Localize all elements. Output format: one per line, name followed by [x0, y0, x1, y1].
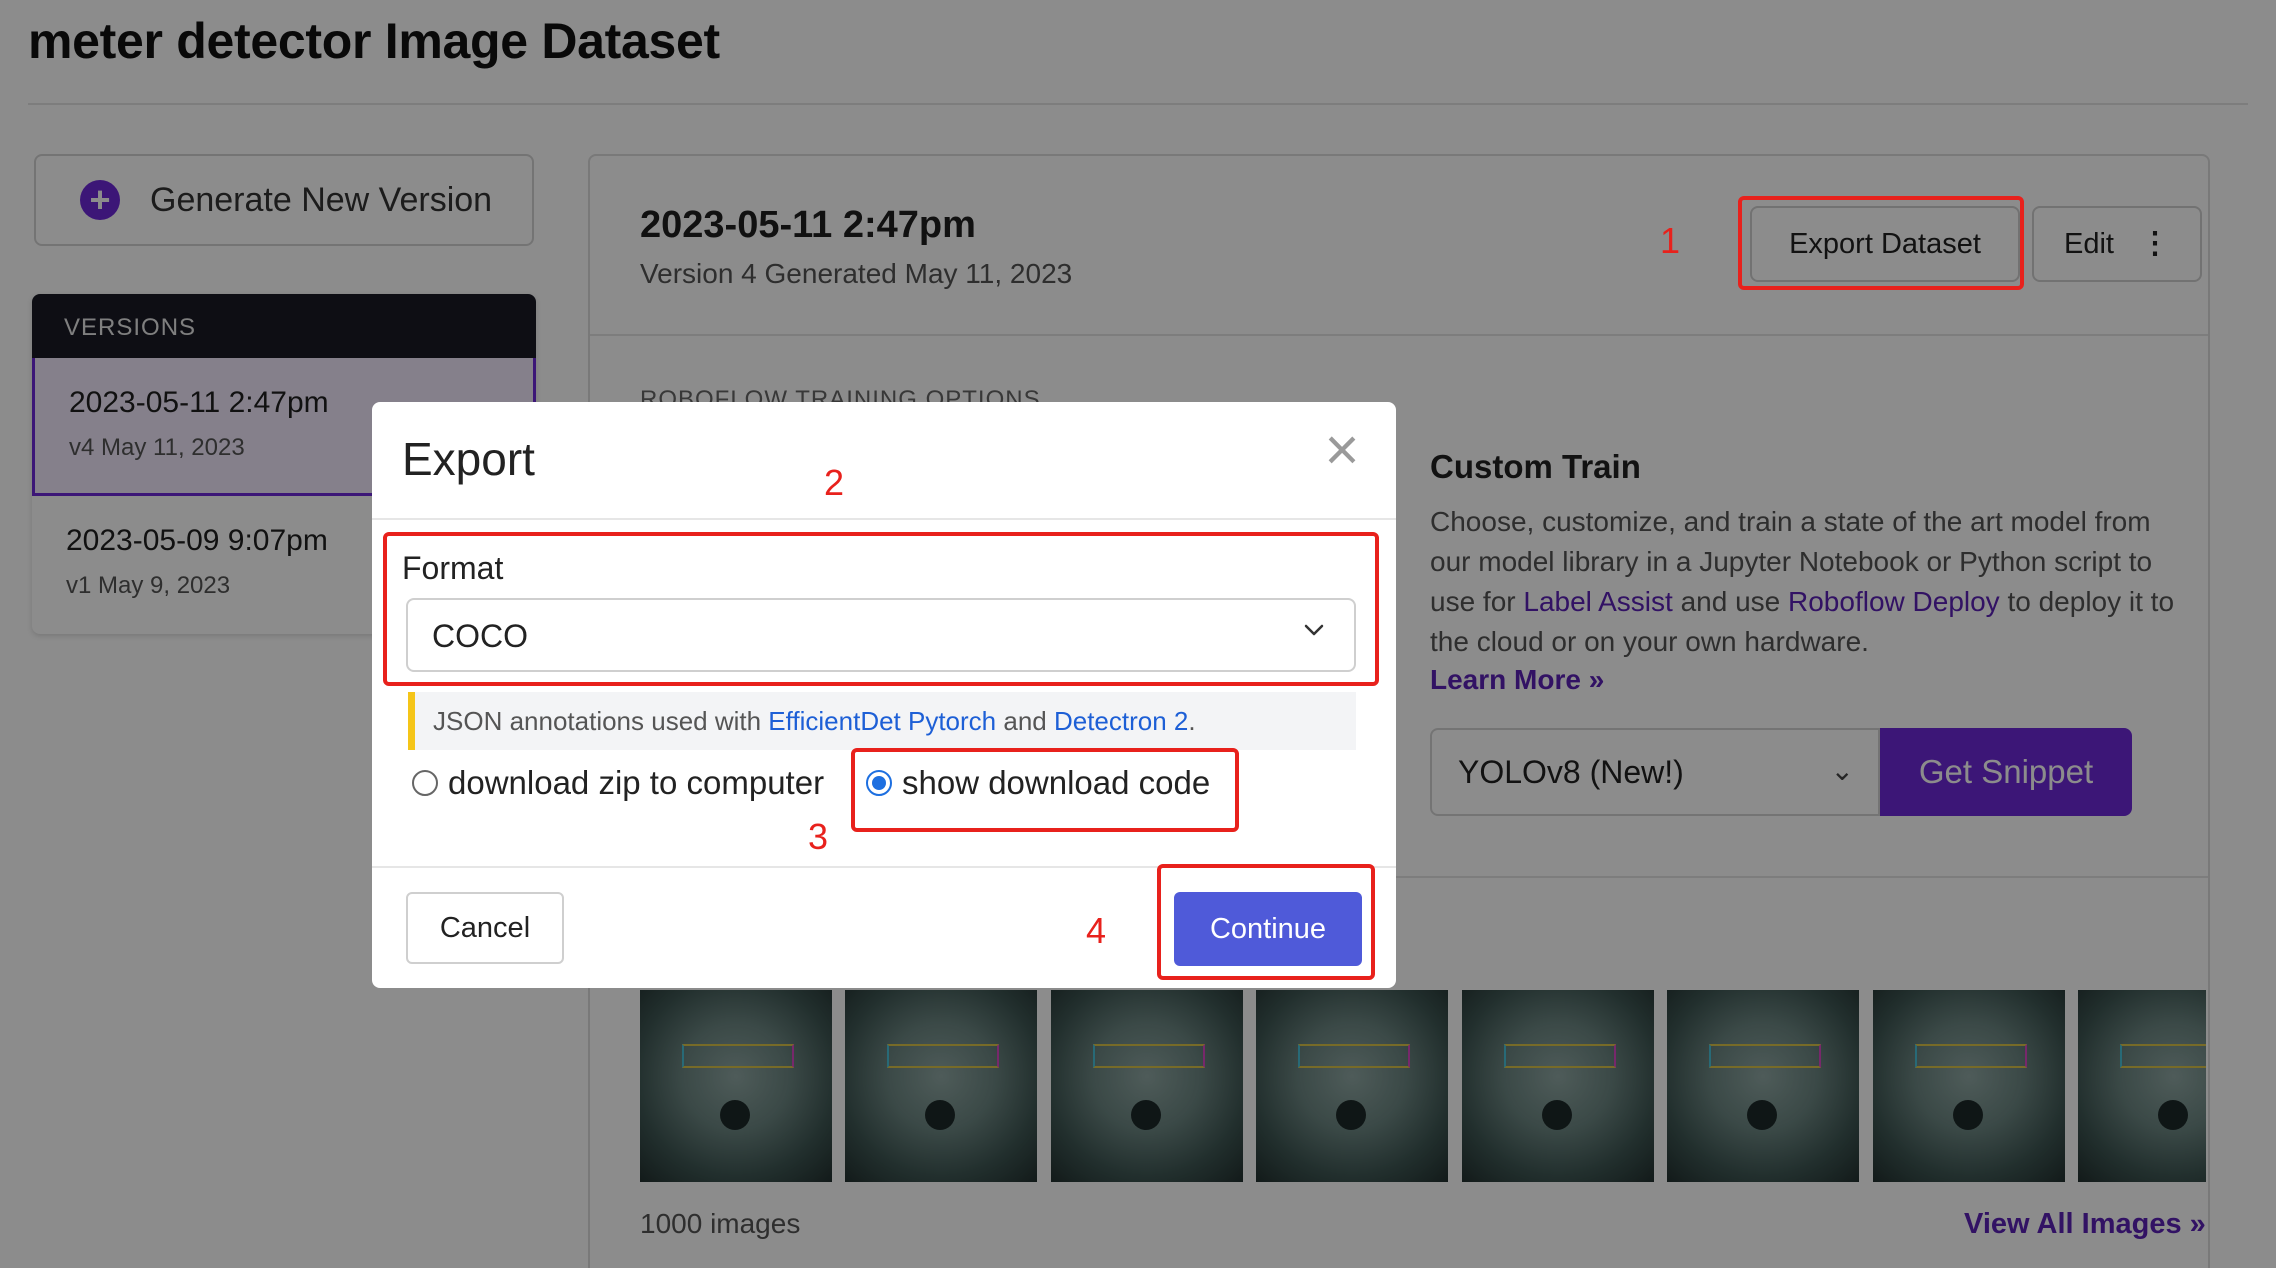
hint-text: and [996, 706, 1054, 736]
download-zip-radio[interactable] [412, 770, 438, 796]
annotation-box-export [1738, 196, 2024, 290]
annotation-box-format [383, 532, 1379, 686]
annotation-box-download-code [851, 748, 1239, 832]
efficientdet-link[interactable]: EfficientDet Pytorch [768, 706, 996, 736]
divider [372, 518, 1396, 520]
close-icon[interactable]: × [1314, 420, 1370, 480]
download-zip-option[interactable]: download zip to computer [412, 764, 824, 802]
annotation-step-4: 4 [1086, 910, 1107, 951]
hint-text: JSON annotations used with [433, 706, 769, 736]
annotation-step-2: 2 [824, 462, 845, 503]
download-zip-label: download zip to computer [448, 764, 825, 801]
annotation-step-1: 1 [1660, 220, 1681, 261]
modal-title: Export [402, 433, 535, 485]
detectron-link[interactable]: Detectron 2 [1054, 706, 1188, 736]
hint-text: . [1188, 706, 1196, 736]
cancel-button[interactable]: Cancel [406, 892, 564, 964]
annotation-box-continue [1157, 864, 1375, 980]
format-hint: JSON annotations used with EfficientDet … [408, 692, 1356, 750]
annotation-step-3: 3 [808, 816, 829, 857]
